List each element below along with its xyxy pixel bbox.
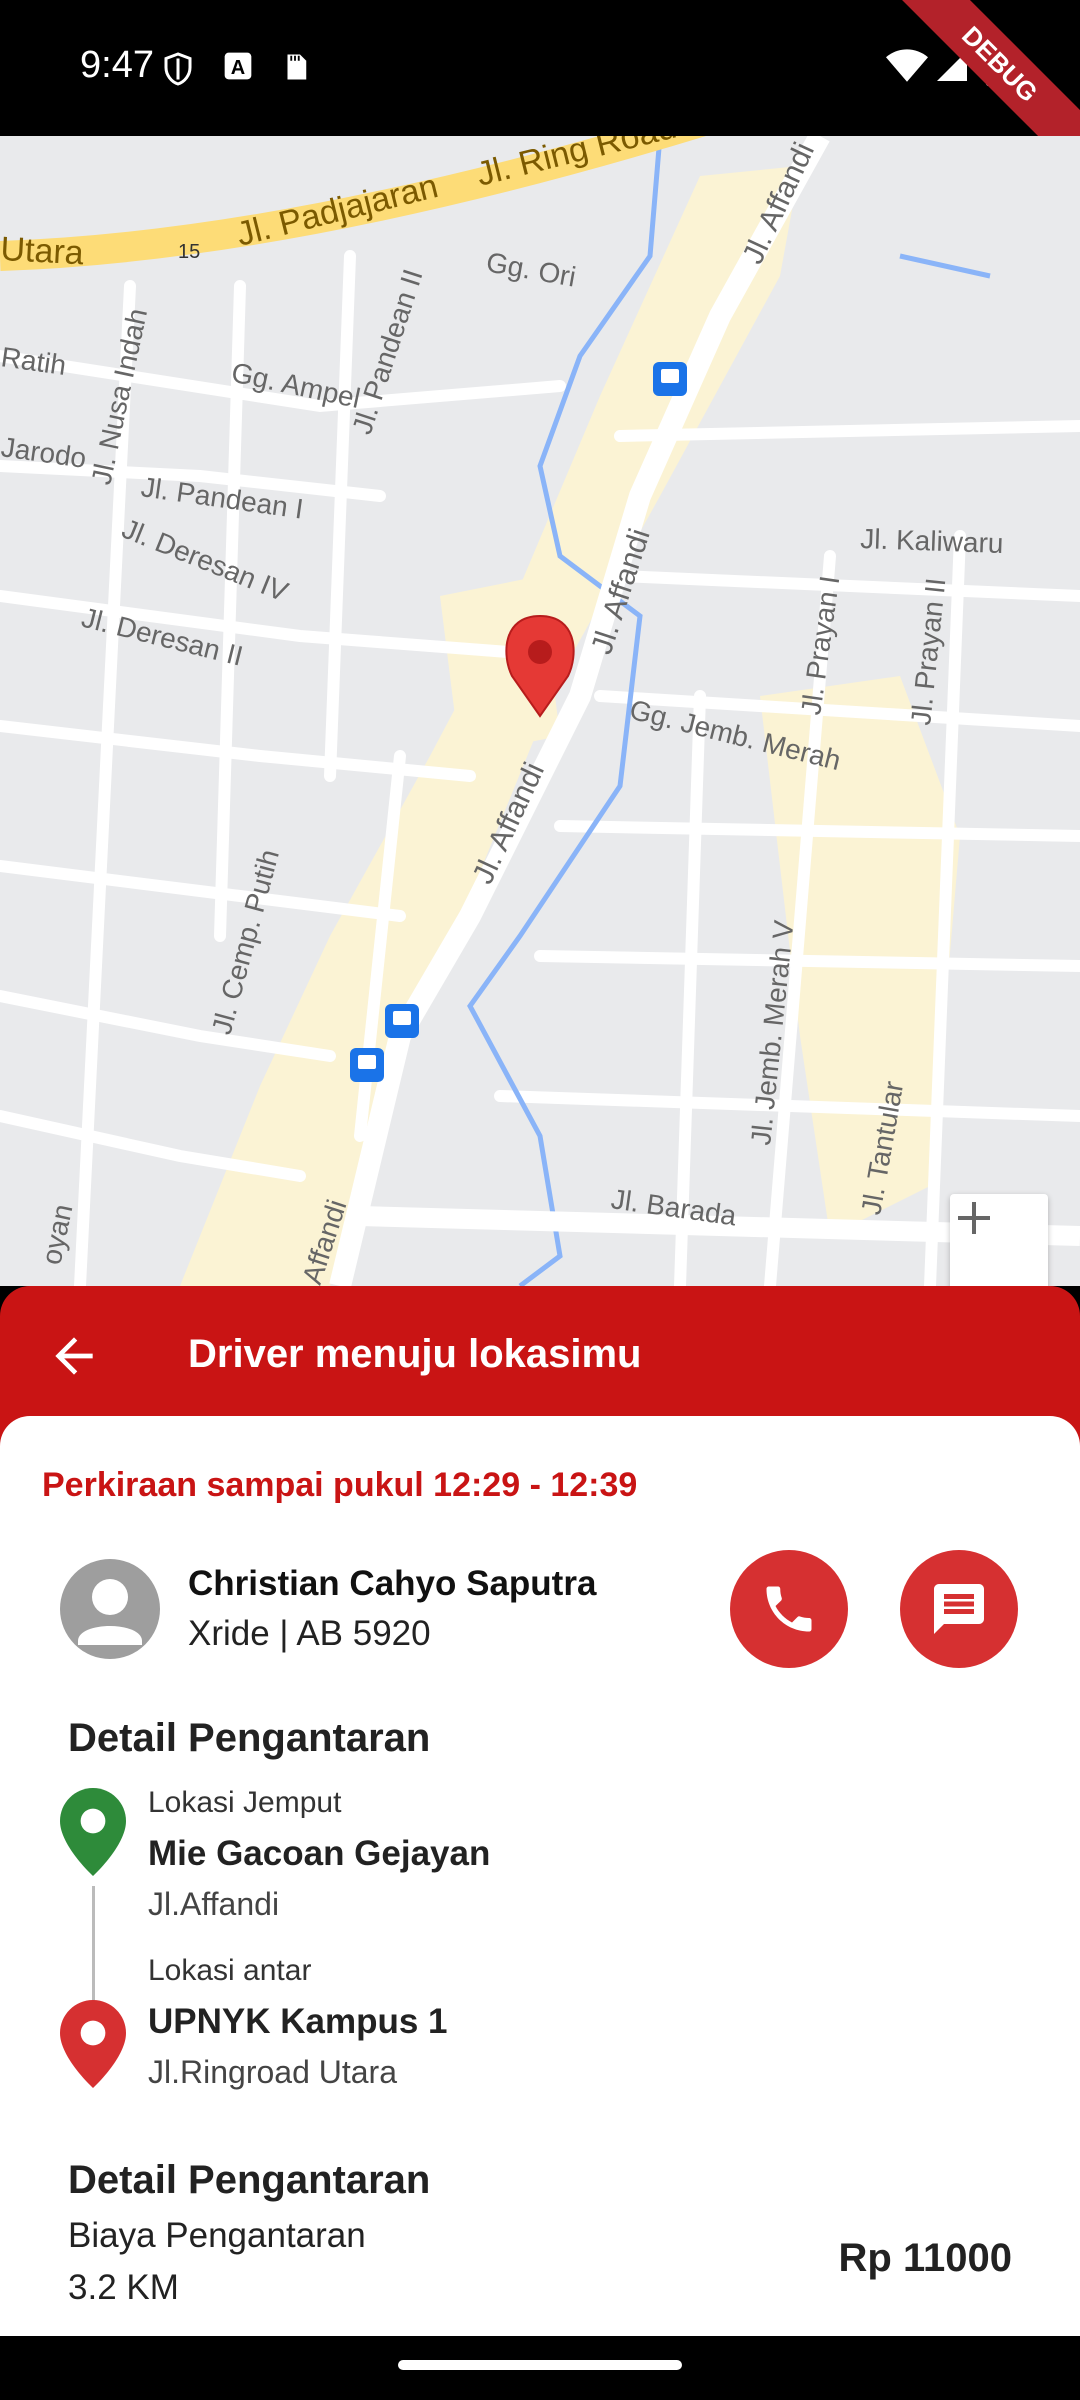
eta-text: Perkiraan sampai pukul 12:29 - 12:39: [42, 1466, 638, 1504]
pickup-name: Mie Gacoan Gejayan: [148, 1834, 491, 1873]
svg-text:A: A: [231, 57, 245, 79]
chat-icon: [934, 1584, 984, 1634]
plus-icon: [958, 1202, 990, 1234]
zoom-in-button[interactable]: [950, 1194, 1048, 1286]
delivery-section-title: Detail Pengantaran: [68, 1716, 431, 1760]
map-label: Gg. Ori: [484, 246, 578, 292]
avatar: [60, 1559, 160, 1659]
back-button[interactable]: [46, 1328, 102, 1384]
navigation-bar: [0, 2336, 1080, 2400]
driver-name: Christian Cahyo Saputra: [188, 1564, 597, 1603]
call-button[interactable]: [730, 1550, 848, 1668]
wifi-icon: [886, 48, 928, 89]
map-label: Jl. Nusa Indah: [86, 306, 154, 488]
pickup-address: Jl.Affandi: [148, 1886, 280, 1922]
font-notification-icon: A: [222, 50, 254, 87]
status-time: 9:47: [80, 44, 154, 86]
fee-amount: Rp 11000: [838, 2236, 1012, 2280]
trip-details-sheet: Perkiraan sampai pukul 12:29 - 12:39 Chr…: [0, 1416, 1080, 2336]
map-view[interactable]: Jl. Padjajaran Jl. Ring Road Utara 15 Gg…: [0, 136, 1080, 1286]
dropoff-label: Lokasi antar: [148, 1954, 312, 1987]
driver-vehicle: Xride | AB 5920: [188, 1614, 431, 1653]
map-canvas: Jl. Padjajaran Jl. Ring Road Utara 15 Gg…: [0, 136, 1080, 1286]
map-label: 15: [178, 241, 200, 263]
home-handle[interactable]: [398, 2360, 682, 2370]
map-label: oyan: [36, 1201, 79, 1267]
dropoff-address: Jl.Ringroad Utara: [148, 2054, 397, 2090]
map-label: Ratih: [0, 341, 68, 381]
map-label: Utara: [0, 230, 85, 272]
sd-card-icon: [280, 50, 310, 89]
phone-icon: [766, 1586, 812, 1632]
dropoff-pin-icon: [60, 2000, 126, 2088]
zoom-controls: [950, 1194, 1048, 1286]
map-label: Jl. Padjajaran: [233, 167, 442, 254]
pickup-label: Lokasi Jemput: [148, 1786, 342, 1819]
pickup-pin-icon: [60, 1788, 126, 1876]
dropoff-name: UPNYK Kampus 1: [148, 2002, 448, 2041]
person-icon: [78, 1579, 142, 1645]
message-button[interactable]: [900, 1550, 1018, 1668]
fee-section-title: Detail Pengantaran: [68, 2158, 431, 2202]
route-line: [92, 1886, 95, 2006]
status-bar: 9:47 A DEBUG: [0, 0, 1080, 188]
arrow-back-icon: [55, 1337, 93, 1375]
map-label: Jl. Ring Road: [473, 136, 680, 194]
map-label: Jl. Kaliwaru: [860, 523, 1004, 559]
fee-distance: 3.2 KM: [68, 2268, 179, 2307]
map-label: Jl. Prayan II: [905, 576, 951, 726]
shield-icon: [160, 50, 196, 93]
page-title: Driver menuju lokasimu: [188, 1332, 642, 1376]
map-label: Jl. Deresan IV: [118, 513, 293, 608]
fee-label: Biaya Pengantaran: [68, 2216, 366, 2255]
map-label: Jl. Pandean II: [346, 265, 428, 437]
